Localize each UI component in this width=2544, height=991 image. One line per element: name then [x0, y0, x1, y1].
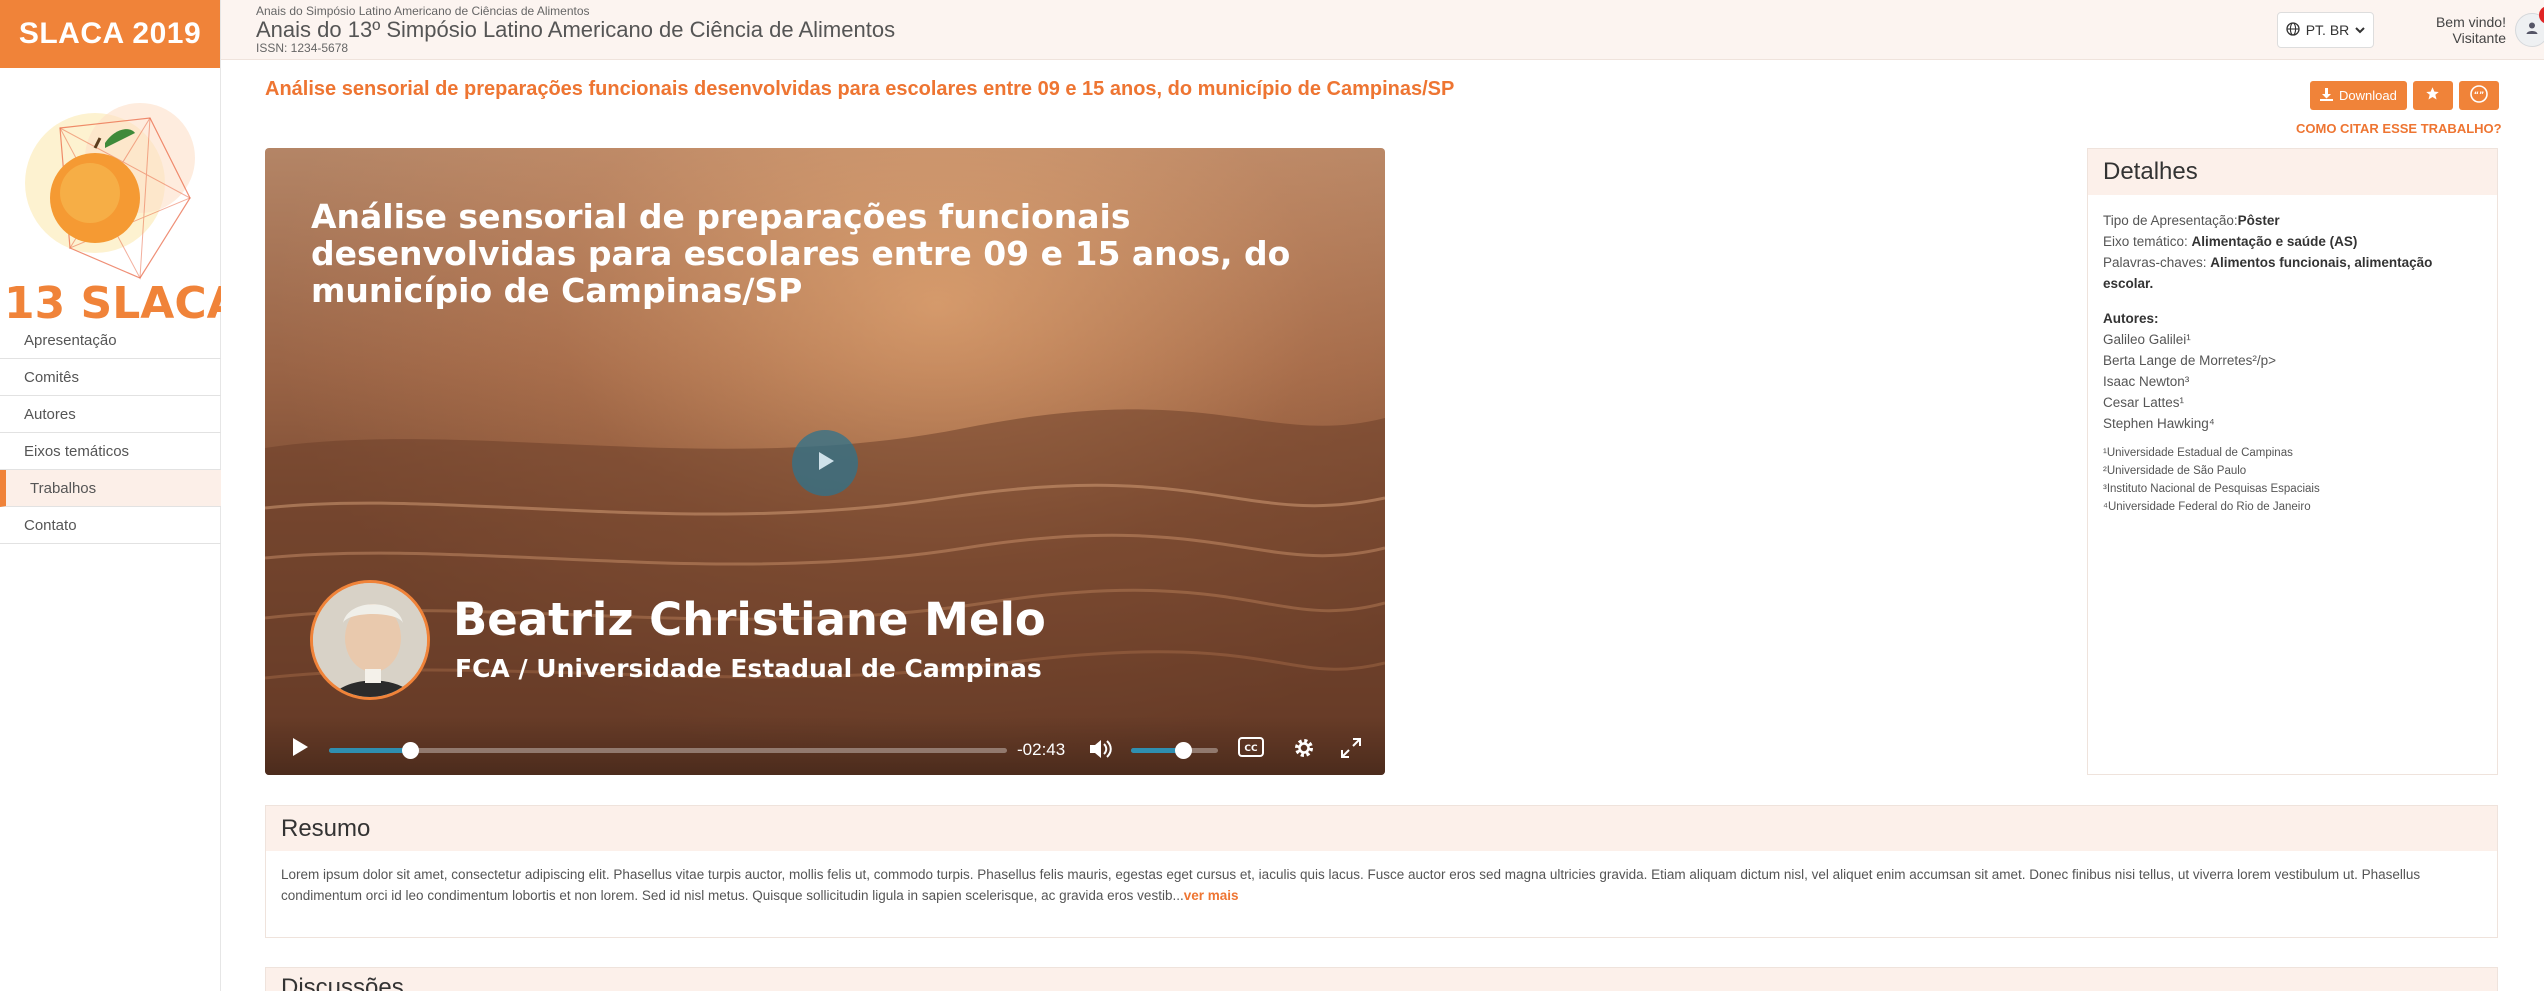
star-icon: [2425, 86, 2440, 105]
type-value: Pôster: [2237, 213, 2280, 228]
speaker-name: Beatriz Christiane Melo: [453, 593, 1046, 646]
author-item[interactable]: Galileo Galilei¹: [2103, 329, 2482, 350]
authors-heading: Autores:: [2103, 311, 2159, 326]
video-time-remaining: -02:43: [1017, 740, 1066, 759]
affiliation-item: ¹Universidade Estadual de Campinas: [2103, 447, 2293, 459]
abstract-heading: Resumo: [266, 806, 2497, 851]
brand-title: SLACA 2019: [18, 17, 202, 50]
affiliation-list: ¹Universidade Estadual de Campinas ²Univ…: [2103, 444, 2482, 516]
discussion-heading: Discussões: [266, 968, 2497, 991]
type-label: Tipo de Apresentação:: [2103, 213, 2238, 228]
sidebar-item-trabalhos[interactable]: Trabalhos: [0, 470, 221, 507]
volume-handle[interactable]: [1175, 742, 1193, 759]
video-title: Análise sensorial de preparações funcion…: [311, 197, 1291, 310]
favorite-button[interactable]: [2412, 81, 2453, 110]
svg-text:CC: CC: [1244, 744, 1258, 754]
presentation-type: Tipo de Apresentação:Pôster: [2103, 210, 2482, 231]
abstract-text: Lorem ipsum dolor sit amet, consectetur …: [266, 851, 2497, 919]
sidebar-item-eixos[interactable]: Eixos temáticos: [0, 433, 221, 470]
page-title: Análise sensorial de preparações funcion…: [265, 78, 1455, 100]
event-logo: 13 SLACA: [0, 88, 221, 338]
author-item[interactable]: Berta Lange de Morretes²/p>: [2103, 350, 2482, 371]
play-icon: [812, 448, 838, 479]
video-progress-bar[interactable]: [329, 742, 1007, 759]
top-header: Anais do Simpósio Latino Americano de Ci…: [221, 0, 2544, 60]
discussion-panel: Discussões: [265, 967, 2498, 991]
abstract-panel: Resumo Lorem ipsum dolor sit amet, conse…: [265, 805, 2498, 938]
download-label: Download: [2339, 88, 2397, 103]
chevron-down-icon: [2355, 22, 2365, 38]
keywords: Palavras-chaves: Alimentos funcionais, a…: [2103, 252, 2482, 294]
download-button[interactable]: Download: [2310, 81, 2407, 110]
play-button-large[interactable]: [792, 430, 858, 496]
sidebar-item-label: Eixos temáticos: [24, 442, 130, 460]
affiliation-item: ³Instituto Nacional de Pesquisas Espacia…: [2103, 483, 2320, 495]
play-icon[interactable]: [289, 736, 311, 763]
axis-value: Alimentação e saúde (AS): [2191, 234, 2358, 249]
sidebar-item-comites[interactable]: Comitês: [0, 359, 221, 396]
volume-icon[interactable]: [1088, 738, 1114, 765]
fullscreen-icon[interactable]: [1340, 737, 1362, 764]
see-more-link[interactable]: ver mais: [1184, 888, 1239, 903]
affiliation-item: ⁴Universidade Federal do Rio de Janeiro: [2103, 501, 2311, 513]
speaker-affiliation: FCA / Universidade Estadual de Campinas: [455, 654, 1042, 683]
author-item[interactable]: Stephen Hawking⁴: [2103, 413, 2482, 434]
author-item[interactable]: Cesar Lattes¹: [2103, 392, 2482, 413]
thematic-axis: Eixo temático: Alimentação e saúde (AS): [2103, 231, 2482, 252]
sidebar-item-contato[interactable]: Contato: [0, 507, 221, 544]
sidebar-item-label: Trabalhos: [30, 479, 97, 497]
action-buttons: Download “”: [2310, 81, 2499, 110]
visitor-name: Visitante: [2452, 30, 2506, 46]
sidebar-nav: Apresentação Comitês Autores Eixos temát…: [0, 322, 221, 544]
author-item[interactable]: Isaac Newton³: [2103, 371, 2482, 392]
gear-icon[interactable]: [1292, 736, 1316, 765]
brand-bar[interactable]: SLACA 2019: [0, 0, 220, 68]
cc-icon[interactable]: CC: [1238, 737, 1264, 762]
video-player[interactable]: Análise sensorial de preparações funcion…: [265, 148, 1385, 775]
cite-link[interactable]: COMO CITAR ESSE TRABALHO?: [2296, 121, 2502, 136]
axis-label: Eixo temático:: [2103, 234, 2192, 249]
cite-button[interactable]: “”: [2458, 81, 2499, 110]
speaker-avatar: [310, 580, 430, 700]
sidebar-item-label: Contato: [24, 516, 77, 534]
sidebar-item-label: Apresentação: [24, 331, 117, 349]
language-value: PT. BR: [2305, 22, 2350, 38]
user-icon: [2525, 21, 2539, 40]
volume-slider[interactable]: [1131, 742, 1218, 759]
sidebar-item-autores[interactable]: Autores: [0, 396, 221, 433]
video-controls: -02:43 CC: [265, 716, 1385, 775]
download-icon: [2320, 87, 2333, 104]
video-progress-fill: [329, 748, 411, 753]
cite-icon: “”: [2470, 84, 2488, 107]
sidebar-item-apresentacao[interactable]: Apresentação: [0, 322, 221, 359]
language-select[interactable]: PT. BR: [2277, 12, 2374, 48]
details-heading: Detalhes: [2088, 149, 2497, 195]
welcome-line: Bem vindo!: [2435, 14, 2506, 30]
globe-icon: [2286, 21, 2300, 39]
welcome-text: Bem vindo! Visitante: [2396, 14, 2506, 46]
details-body: Tipo de Apresentação:Pôster Eixo temátic…: [2088, 195, 2497, 531]
details-panel: Detalhes Tipo de Apresentação:Pôster Eix…: [2087, 148, 2498, 775]
header-issn: ISSN: 1234-5678: [256, 41, 349, 55]
header-subtitle: Anais do Simpósio Latino Americano de Ci…: [256, 4, 590, 18]
sidebar: SLACA 2019 13 SLACA Apresentação Comitês…: [0, 0, 221, 991]
svg-text:“”: “”: [2474, 90, 2485, 99]
sidebar-item-label: Autores: [24, 405, 76, 423]
sidebar-item-label: Comitês: [24, 368, 80, 386]
video-progress-handle[interactable]: [402, 742, 420, 759]
affiliation-item: ²Universidade de São Paulo: [2103, 465, 2247, 477]
abstract-body: Lorem ipsum dolor sit amet, consectetur …: [281, 867, 2421, 903]
header-title: Anais do 13º Simpósio Latino Americano d…: [256, 17, 896, 42]
keywords-label: Palavras-chaves:: [2103, 255, 2211, 270]
